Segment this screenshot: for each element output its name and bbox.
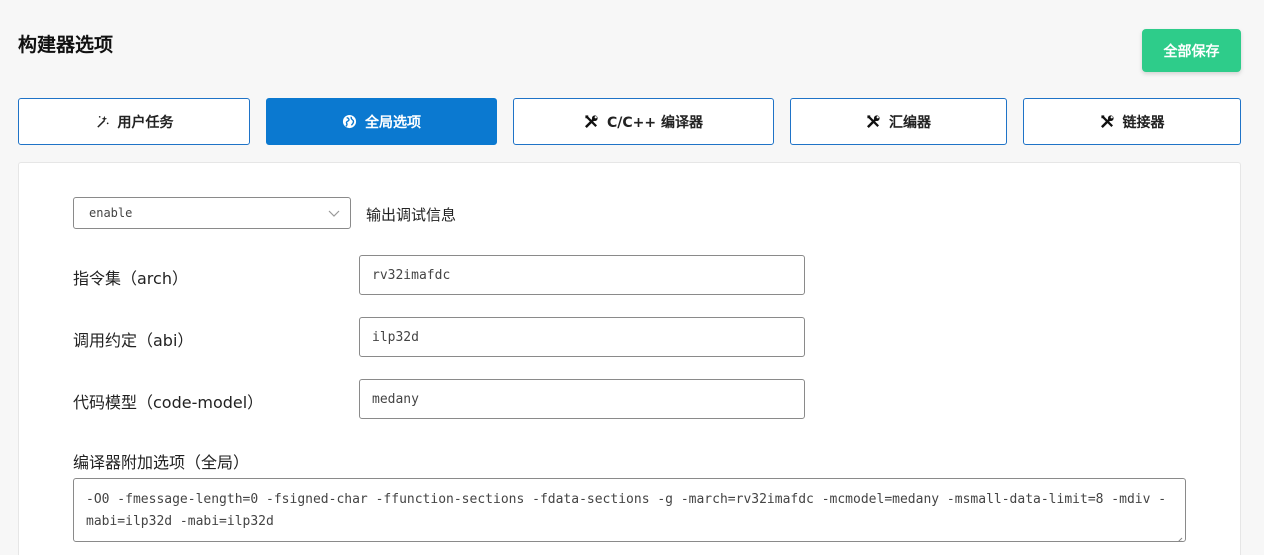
tab-label: 用户任务 <box>117 114 174 131</box>
page-title: 构建器选项 <box>18 34 114 56</box>
tools-icon <box>1100 114 1115 129</box>
code-model-input[interactable]: medany <box>359 379 805 419</box>
tab-user-tasks[interactable]: 用户任务 <box>18 98 250 145</box>
abi-input[interactable]: ilp32d <box>359 317 805 357</box>
globe-icon <box>342 114 357 129</box>
tab-linker[interactable]: 链接器 <box>1023 98 1241 145</box>
tab-label: 全局选项 <box>365 114 421 131</box>
debug-info-select[interactable]: enable <box>73 197 351 229</box>
wand-icon <box>95 114 110 129</box>
code-model-label: 代码模型（code-model） <box>73 393 264 412</box>
save-all-button[interactable]: 全部保存 <box>1142 29 1241 72</box>
chevron-down-icon <box>328 207 340 219</box>
builder-options-page: 构建器选项 全部保存 用户任务 全局选项 C/C++ 编译器 汇编器 链接器 e <box>0 0 1264 555</box>
tab-label: 汇编器 <box>889 114 931 131</box>
arch-label: 指令集（arch） <box>73 269 188 288</box>
debug-info-label: 输出调试信息 <box>366 206 457 224</box>
tab-assembler[interactable]: 汇编器 <box>790 98 1007 145</box>
abi-label: 调用约定（abi） <box>73 331 194 350</box>
extra-options-label: 编译器附加选项（全局） <box>73 453 250 472</box>
arch-input[interactable]: rv32imafdc <box>359 255 805 295</box>
tools-icon <box>584 114 599 129</box>
tab-label: C/C++ 编译器 <box>607 114 703 131</box>
extra-options-textarea[interactable]: -O0 -fmessage-length=0 -fsigned-char -ff… <box>73 478 1186 542</box>
tab-cpp-compiler[interactable]: C/C++ 编译器 <box>513 98 774 145</box>
select-value: enable <box>89 206 133 220</box>
tools-icon <box>866 114 881 129</box>
resize-handle-icon[interactable] <box>1175 531 1183 541</box>
extra-options-value: -O0 -fmessage-length=0 -fsigned-char -ff… <box>86 492 1167 529</box>
tab-label: 链接器 <box>1122 114 1165 131</box>
tab-global-options[interactable]: 全局选项 <box>266 98 497 145</box>
